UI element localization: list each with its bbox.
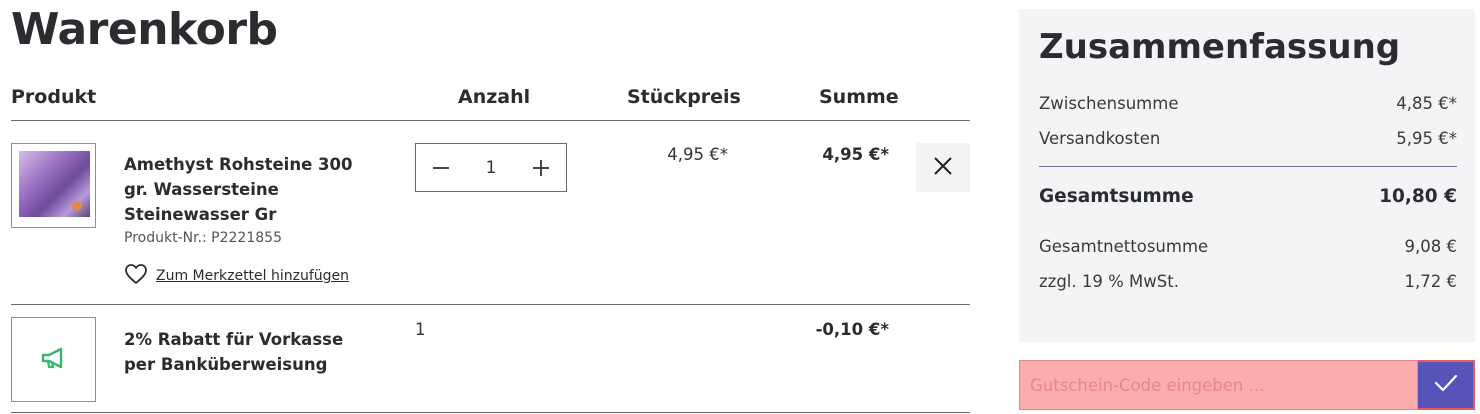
grand-total-value: 10,80 € bbox=[1379, 186, 1457, 207]
net-total-row: Gesamtnettosumme 9,08 € bbox=[1039, 237, 1457, 256]
plus-icon[interactable] bbox=[530, 157, 552, 179]
promotion-thumbnail bbox=[11, 317, 96, 402]
vat-label: zzgl. 19 % MwSt. bbox=[1039, 272, 1179, 291]
header-divider bbox=[11, 120, 970, 121]
minus-icon[interactable] bbox=[430, 157, 452, 179]
promotion-quantity: 1 bbox=[415, 320, 426, 339]
promotion-total: -0,10 €* bbox=[815, 320, 889, 339]
quantity-value[interactable]: 1 bbox=[486, 158, 497, 178]
heart-icon bbox=[124, 263, 148, 289]
subtotal-value: 4,85 €* bbox=[1396, 94, 1457, 113]
shipping-value: 5,95 €* bbox=[1396, 129, 1457, 148]
grand-total-row: Gesamtsumme 10,80 € bbox=[1039, 186, 1457, 207]
add-to-wishlist[interactable]: Zum Merkzettel hinzufügen bbox=[124, 263, 349, 289]
vat-row: zzgl. 19 % MwSt. 1,72 € bbox=[1039, 272, 1457, 291]
promotion-name: 2% Rabatt für Vorkasse per Banküberweisu… bbox=[124, 330, 344, 374]
close-icon bbox=[932, 155, 954, 181]
subtotal-label: Zwischensumme bbox=[1039, 94, 1179, 113]
grand-total-label: Gesamtsumme bbox=[1039, 186, 1194, 207]
summary-divider bbox=[1039, 166, 1457, 167]
megaphone-icon bbox=[39, 347, 69, 373]
quantity-stepper[interactable]: 1 bbox=[415, 143, 567, 192]
page-title: Warenkorb bbox=[11, 4, 278, 55]
checkmark-icon bbox=[1433, 373, 1459, 397]
voucher-submit-button[interactable] bbox=[1418, 360, 1475, 410]
subtotal-row: Zwischensumme 4,85 €* bbox=[1039, 94, 1457, 113]
product-thumbnail[interactable] bbox=[11, 143, 96, 228]
voucher-code-input[interactable] bbox=[1019, 360, 1418, 410]
summary-title: Zusammenfassung bbox=[1039, 27, 1401, 67]
unit-price: 4,95 €* bbox=[667, 145, 728, 164]
product-name-link[interactable]: Amethyst Rohsteine 300 gr. Wassersteine … bbox=[124, 152, 374, 227]
net-total-label: Gesamtnettosumme bbox=[1039, 237, 1209, 256]
product-image bbox=[19, 151, 90, 217]
shipping-row: Versandkosten 5,95 €* bbox=[1039, 129, 1457, 148]
line-total: 4,95 €* bbox=[822, 145, 889, 164]
header-quantity: Anzahl bbox=[458, 86, 531, 108]
vat-value: 1,72 € bbox=[1404, 272, 1457, 291]
row-divider bbox=[11, 412, 970, 413]
header-unit-price: Stückpreis bbox=[627, 86, 741, 108]
cart-table-header: Produkt Anzahl Stückpreis Summe bbox=[11, 86, 971, 110]
wishlist-label: Zum Merkzettel hinzufügen bbox=[156, 268, 350, 284]
product-sku: Produkt-Nr.: P2221855 bbox=[124, 230, 282, 246]
order-summary: Zusammenfassung Zwischensumme 4,85 €* Ve… bbox=[1019, 9, 1475, 342]
header-product: Produkt bbox=[11, 86, 97, 108]
net-total-value: 9,08 € bbox=[1404, 237, 1457, 256]
header-total: Summe bbox=[819, 86, 899, 108]
voucher-form bbox=[1019, 360, 1475, 410]
remove-item-button[interactable] bbox=[916, 143, 970, 192]
row-divider bbox=[11, 304, 970, 305]
shipping-label: Versandkosten bbox=[1039, 129, 1161, 148]
